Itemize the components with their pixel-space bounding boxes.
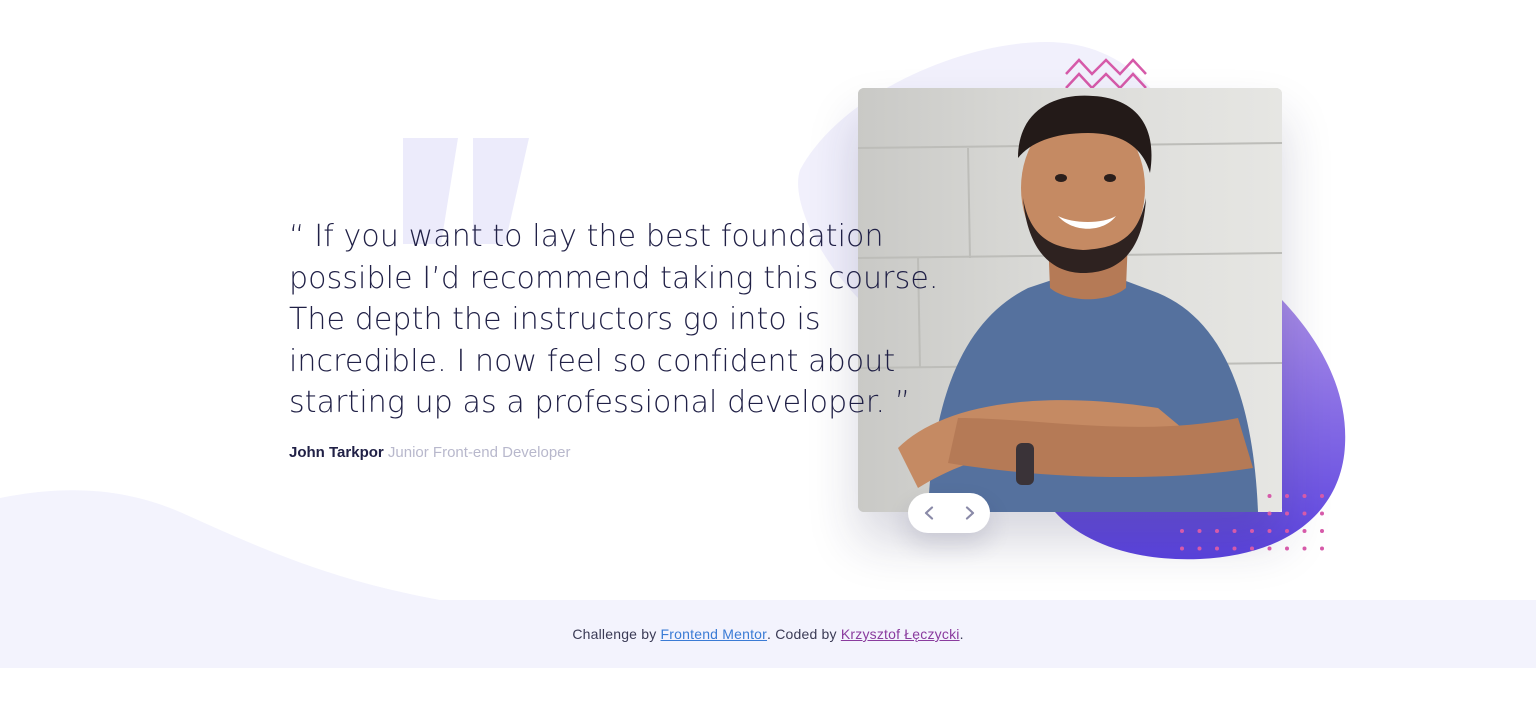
dot <box>1180 529 1184 533</box>
dot <box>1285 529 1289 533</box>
dot <box>1302 529 1307 533</box>
dot <box>1320 546 1324 551</box>
footer-prefix: Challenge by <box>572 626 657 642</box>
author-name: John Tarkpor <box>289 443 384 461</box>
dot <box>1320 511 1324 516</box>
dot <box>1320 494 1324 498</box>
frontend-mentor-link[interactable]: Frontend Mentor <box>661 626 768 642</box>
dot <box>1267 511 1272 516</box>
footer-middle: . Coded by <box>767 626 837 642</box>
dot <box>1197 529 1202 533</box>
dot <box>1180 546 1184 551</box>
dot <box>1267 494 1272 498</box>
dot <box>1285 511 1289 516</box>
dot <box>1215 529 1219 533</box>
dot <box>1302 546 1307 551</box>
next-button[interactable] <box>954 497 986 529</box>
dot <box>1267 529 1272 533</box>
testimonial-section: “ If you want to lay the best foundation… <box>0 0 1536 600</box>
dot <box>1250 546 1254 551</box>
dot <box>1250 529 1254 533</box>
dot <box>1232 529 1237 533</box>
dot <box>1267 546 1272 551</box>
author-link[interactable]: Krzysztof Łęczycki <box>841 626 960 642</box>
dot <box>1197 546 1202 551</box>
dot <box>1285 494 1289 498</box>
slider-navigation <box>908 493 990 533</box>
previous-button[interactable] <box>913 497 945 529</box>
dot <box>1285 546 1289 551</box>
testimonial-quote: “ If you want to lay the best foundation… <box>289 219 939 421</box>
dot <box>1302 494 1307 498</box>
attribution-footer: Challenge by Frontend Mentor. Coded by K… <box>0 600 1536 668</box>
dot <box>1320 529 1324 533</box>
dot <box>1232 546 1237 551</box>
chevron-right-icon <box>965 506 974 520</box>
testimonial-content: “ If you want to lay the best foundation… <box>289 216 949 462</box>
footer-suffix: . <box>959 626 964 642</box>
testimonial-author: John Tarkpor Junior Front-end Developer <box>289 444 949 462</box>
dot <box>1302 511 1307 516</box>
author-role: Junior Front-end Developer <box>387 443 571 461</box>
dot <box>1215 546 1219 551</box>
chevron-left-icon <box>924 506 933 520</box>
